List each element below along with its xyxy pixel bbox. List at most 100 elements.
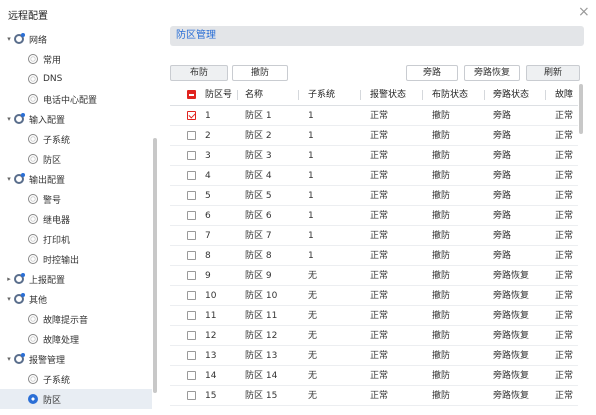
tree-item[interactable]: 故障处理 [0,329,152,349]
row-checkbox[interactable] [187,251,196,260]
zone-number: 12 [205,331,217,341]
table-row[interactable]: 7 防区 7 1 正常 撤防 旁路 正常 [170,226,578,246]
table-row[interactable]: 2 防区 2 1 正常 撤防 旁路 正常 [170,126,578,146]
bypass-button[interactable]: 旁路 [406,65,458,81]
tree-item[interactable]: 时控输出 [0,249,152,269]
alarm-status: 正常 [370,291,389,301]
fault-status: 正常 [555,271,574,281]
gear-icon [28,374,38,384]
sidebar-scrollbar[interactable] [153,138,157,393]
select-all-checkbox[interactable] [187,90,196,99]
zone-name: 防区 1 [245,111,272,121]
tree-item[interactable]: 打印机 [0,229,152,249]
row-checkbox[interactable] [187,111,196,120]
tree-item-label: 输出配置 [29,175,66,186]
row-checkbox[interactable] [187,271,196,280]
bypass-restore-button[interactable]: 旁路恢复 [464,65,520,81]
tree-item-label: 上报配置 [29,275,66,286]
chevron-down-icon[interactable]: ▾ [4,35,14,43]
network-node-icon [14,353,25,364]
tree-item[interactable]: 电话中心配置 [0,89,152,109]
tree-item[interactable]: 常用 [0,49,152,69]
alarm-status: 正常 [370,111,389,121]
tree-item-label: 时控输出 [43,255,80,266]
zone-subsystem: 1 [308,151,314,161]
tree-item[interactable]: ▾ 网络 [0,29,152,49]
tree-item[interactable]: ▾ 输出配置 [0,169,152,189]
table-row[interactable]: 12 防区 12 无 正常 撤防 旁路恢复 正常 [170,326,578,346]
table-row[interactable]: 15 防区 15 无 正常 撤防 旁路恢复 正常 [170,386,578,406]
tree-item[interactable]: 子系统 [0,369,152,389]
table-row[interactable]: 10 防区 10 无 正常 撤防 旁路恢复 正常 [170,286,578,306]
column-header[interactable]: 旁路状态 [493,84,529,106]
chevron-down-icon[interactable]: ▾ [4,175,14,183]
tree-item[interactable]: ▸ 上报配置 [0,269,152,289]
table-row[interactable]: 8 防区 8 1 正常 撤防 旁路 正常 [170,246,578,266]
zone-name: 防区 10 [245,291,278,301]
zone-subsystem: 1 [308,251,314,261]
column-header[interactable]: 名称 [245,84,263,106]
refresh-button[interactable]: 刷新 [526,65,580,81]
zone-subsystem: 无 [308,311,318,321]
arm-status: 撤防 [432,111,451,121]
close-icon[interactable]: × [578,4,590,20]
chevron-down-icon[interactable]: ▾ [4,115,14,123]
row-checkbox[interactable] [187,371,196,380]
arm-status: 撤防 [432,311,451,321]
gear-icon [28,194,38,204]
table-scrollbar[interactable] [579,84,583,134]
row-checkbox[interactable] [187,171,196,180]
alarm-status: 正常 [370,191,389,201]
column-header[interactable]: 报警状态 [370,84,406,106]
chevron-right-icon[interactable]: ▸ [4,275,14,283]
arm-status: 撤防 [432,231,451,241]
row-checkbox[interactable] [187,191,196,200]
row-checkbox[interactable] [187,291,196,300]
tree-item[interactable]: 警号 [0,189,152,209]
table-row[interactable]: 13 防区 13 无 正常 撤防 旁路恢复 正常 [170,346,578,366]
zone-name: 防区 7 [245,231,272,241]
row-checkbox[interactable] [187,351,196,360]
gear-icon [28,334,38,344]
table-row[interactable]: 3 防区 3 1 正常 撤防 旁路 正常 [170,146,578,166]
tree-item[interactable]: DNS [0,69,152,89]
row-checkbox[interactable] [187,151,196,160]
column-header[interactable]: 子系统 [308,84,335,106]
bypass-status: 旁路 [493,211,512,221]
tree-item[interactable]: 继电器 [0,209,152,229]
chevron-down-icon[interactable]: ▾ [4,295,14,303]
tree-item[interactable]: 防区 [0,389,152,409]
disarm-button[interactable]: 撤防 [232,65,288,81]
tree-item[interactable]: 防区 [0,149,152,169]
row-checkbox[interactable] [187,131,196,140]
tree-item[interactable]: ▾ 报警管理 [0,349,152,369]
table-row[interactable]: 11 防区 11 无 正常 撤防 旁路恢复 正常 [170,306,578,326]
row-checkbox[interactable] [187,211,196,220]
tree-item[interactable]: 子系统 [0,129,152,149]
table-row[interactable]: 14 防区 14 无 正常 撤防 旁路恢复 正常 [170,366,578,386]
column-header[interactable]: 防区号 [205,84,232,106]
zone-name: 防区 8 [245,251,272,261]
zone-name: 防区 5 [245,191,272,201]
column-header[interactable]: 布防状态 [432,84,468,106]
row-checkbox[interactable] [187,231,196,240]
zone-subsystem: 无 [308,331,318,341]
tree-item[interactable]: 故障提示音 [0,309,152,329]
column-header[interactable]: 故障 [555,84,577,106]
table-row[interactable]: 9 防区 9 无 正常 撤防 旁路恢复 正常 [170,266,578,286]
arm-button[interactable]: 布防 [170,65,228,81]
row-checkbox[interactable] [187,391,196,400]
alarm-status: 正常 [370,151,389,161]
table-row[interactable]: 4 防区 4 1 正常 撤防 旁路 正常 [170,166,578,186]
arm-status: 撤防 [432,171,451,181]
row-checkbox[interactable] [187,311,196,320]
table-row[interactable]: 5 防区 5 1 正常 撤防 旁路 正常 [170,186,578,206]
table-row[interactable]: 6 防区 6 1 正常 撤防 旁路 正常 [170,206,578,226]
zone-subsystem: 1 [308,171,314,181]
tree-item[interactable]: ▾ 输入配置 [0,109,152,129]
tree-item[interactable]: ▾ 其他 [0,289,152,309]
bypass-status: 旁路 [493,151,512,161]
row-checkbox[interactable] [187,331,196,340]
chevron-down-icon[interactable]: ▾ [4,355,14,363]
table-row[interactable]: 1 防区 1 1 正常 撤防 旁路 正常 [170,106,578,126]
